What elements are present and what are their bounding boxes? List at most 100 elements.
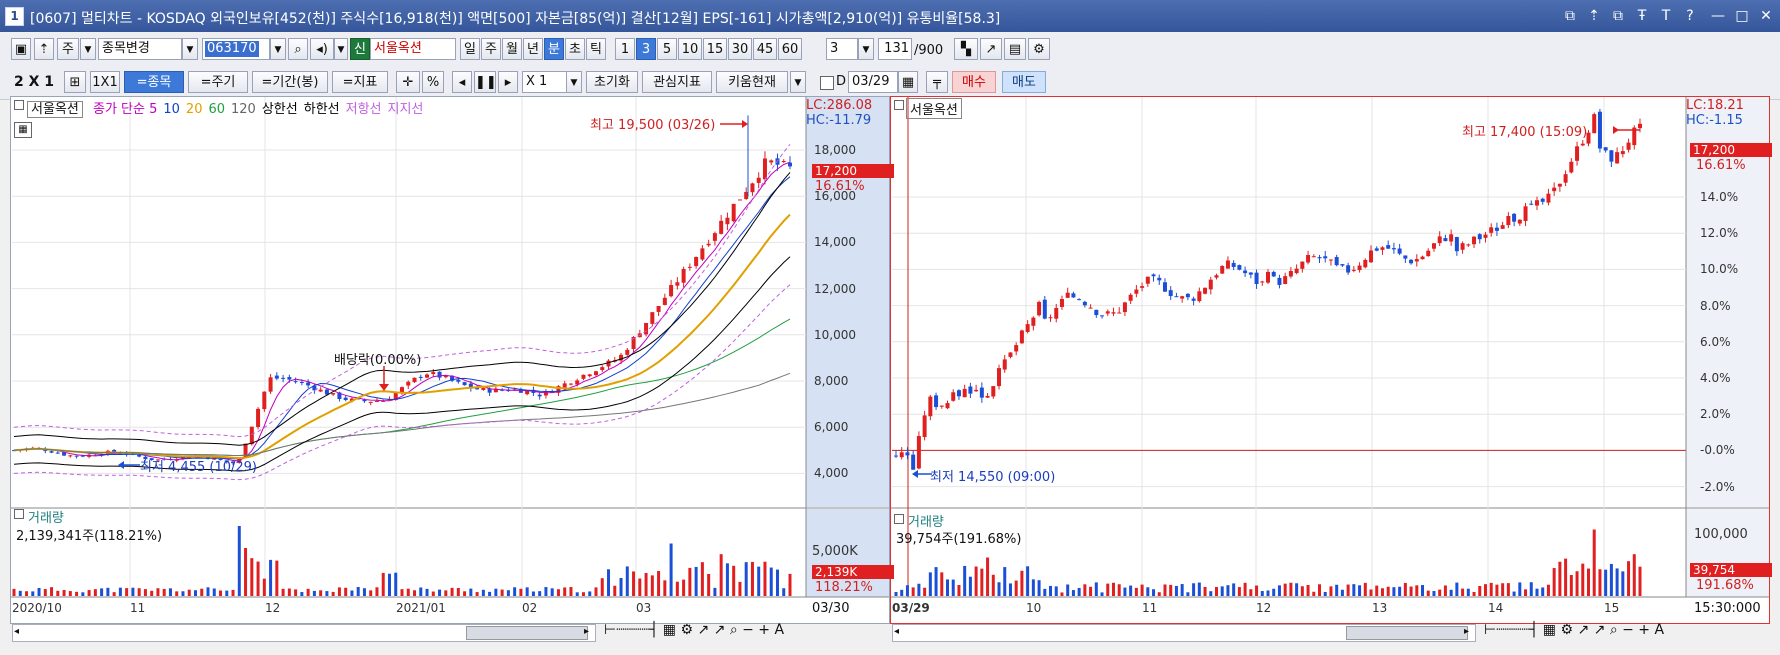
right-volume-bar	[1489, 582, 1493, 596]
right-volume-bar	[1157, 592, 1161, 596]
right-volume-bar	[1415, 585, 1419, 596]
right-volume-bar	[1277, 585, 1281, 596]
right-candle-body	[956, 390, 961, 397]
left-candle-body	[443, 375, 448, 378]
right-volume-bar	[894, 591, 898, 596]
right-volume-bar	[1569, 575, 1573, 596]
right-volume-bar	[1152, 589, 1156, 596]
right-volume-value: 39,754주(191.68%)	[896, 532, 1022, 547]
right-candle-body	[1082, 301, 1087, 306]
left-candle-body	[55, 452, 60, 454]
left-candle-body	[587, 374, 592, 377]
left-volume-bar	[707, 574, 711, 596]
left-volume-bar	[62, 590, 66, 596]
right-candle-body	[1225, 260, 1230, 269]
left-volume-icon[interactable]	[14, 509, 24, 519]
left-volume-bar	[81, 592, 85, 596]
left-panel-icon[interactable]	[14, 100, 24, 110]
right-volume-bar	[1100, 592, 1104, 596]
right-volume-icon[interactable]	[894, 514, 904, 524]
left-volume-bar	[193, 590, 197, 596]
left-volume-bar	[757, 566, 761, 596]
left-scroll-left-icon[interactable]: ◂	[14, 626, 19, 637]
left-volume-bar	[294, 589, 298, 596]
left-candle-body	[781, 161, 786, 163]
left-candle-body	[268, 377, 273, 392]
right-candle-body	[1266, 271, 1270, 283]
right-candle-body	[1059, 299, 1064, 307]
left-volume-bar	[162, 588, 166, 596]
right-volume-bar	[1335, 584, 1339, 596]
left-volume-bar	[219, 590, 223, 596]
right-candle-body	[894, 455, 898, 457]
right-scroll-right-icon[interactable]: ▸	[1464, 626, 1469, 637]
right-candle-body	[1300, 261, 1305, 269]
right-candle-body	[1174, 296, 1179, 298]
left-volume-bar	[456, 587, 460, 596]
left-volume-bar	[156, 588, 160, 596]
right-candle-body	[1638, 123, 1642, 129]
right-candle-body	[1214, 275, 1219, 278]
left-volume-bar	[550, 588, 554, 596]
right-volume-bar	[1546, 584, 1550, 596]
right-candle-body	[1615, 152, 1620, 164]
left-volume-bar	[125, 588, 129, 596]
right-volume-bar	[1289, 582, 1293, 596]
left-y-tick: 8,000	[814, 374, 849, 388]
left-scroll-right-icon[interactable]: ▸	[584, 626, 589, 637]
right-volume-bar	[1117, 584, 1121, 596]
left-volume-bar	[581, 592, 585, 596]
right-scroll-left-icon[interactable]: ◂	[894, 626, 899, 637]
left-vol-pct: 118.21%	[815, 580, 873, 595]
left-volume-bar	[613, 585, 617, 596]
right-volume-bar	[1272, 588, 1276, 596]
left-zoom-controls[interactable]: ⊢┈┈┈┈┤ ▦ ⚙ ↗ ↗ ⌕ − + A	[604, 622, 784, 638]
right-panel-icon[interactable]	[894, 100, 904, 110]
right-low-arrow-head	[912, 470, 918, 478]
table-icon[interactable]: ▦	[14, 122, 32, 138]
left-volume-bar	[181, 591, 185, 596]
left-candle-body	[437, 371, 442, 378]
right-volume-bar	[900, 589, 904, 596]
legend-item-4: 120	[231, 102, 256, 117]
right-volume-bar	[1266, 590, 1270, 596]
right-volume-bar	[1060, 592, 1064, 596]
right-candle-body	[1374, 248, 1379, 251]
right-candle-body	[1563, 174, 1568, 183]
left-volume-bar	[563, 587, 567, 596]
left-volume-bar	[381, 572, 385, 596]
right-volume-bar	[1524, 589, 1528, 596]
left-x-tick: 2020/10	[12, 601, 62, 615]
right-volume-bar	[1575, 571, 1579, 596]
right-volume-bar	[1306, 584, 1310, 596]
right-candle-body	[1420, 256, 1425, 260]
right-candle-body	[1523, 206, 1528, 221]
left-volume-bar	[519, 588, 523, 596]
right-volume-bar	[1220, 586, 1224, 596]
right-candle-body	[1500, 225, 1505, 229]
right-candle-body	[1283, 276, 1288, 284]
left-volume-bar	[556, 589, 560, 596]
left-candle-body	[368, 401, 373, 403]
right-zoom-controls[interactable]: ⊢┈┈┈┈┤ ▦ ⚙ ↗ ↗ ⌕ − + A	[1484, 622, 1664, 638]
right-scroll-thumb[interactable]	[1346, 626, 1468, 640]
left-candle-body	[675, 282, 680, 286]
right-volume-bar	[1249, 589, 1253, 596]
left-candle-body	[425, 374, 430, 378]
right-candle-body	[1426, 250, 1431, 257]
right-candle-body	[1454, 237, 1459, 252]
left-scroll-thumb[interactable]	[466, 626, 588, 640]
left-volume-bar	[212, 588, 216, 596]
right-volume-bar	[997, 582, 1001, 596]
right-candle-body	[1094, 309, 1099, 316]
right-candle-body	[1449, 234, 1454, 242]
left-vol-tag: 2,139K	[812, 565, 894, 579]
right-volume-bar	[1386, 586, 1390, 596]
left-volume-bar	[306, 588, 310, 596]
left-volume-bar	[131, 587, 135, 596]
right-last-time: 15:30:000	[1694, 601, 1761, 616]
right-volume-bar	[1506, 583, 1510, 596]
left-volume-bar	[200, 588, 204, 596]
left-candle-body	[262, 391, 267, 410]
right-candle-body	[1397, 248, 1402, 254]
